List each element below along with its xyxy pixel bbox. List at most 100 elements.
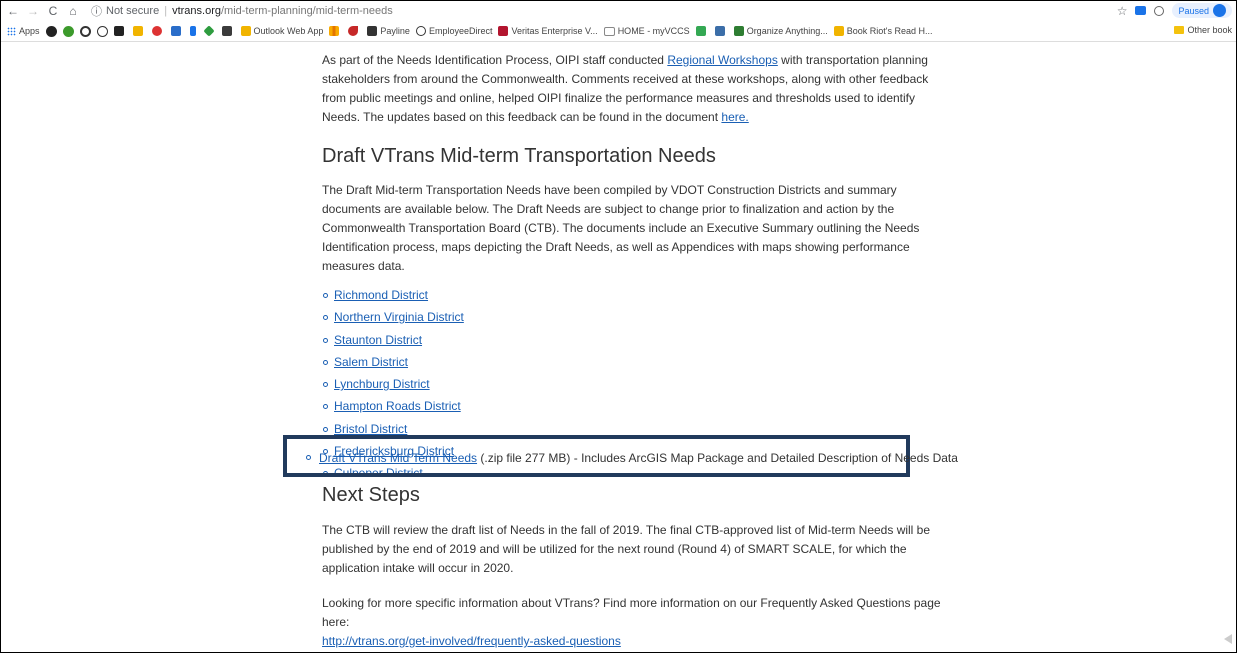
bookmark-favicon-7[interactable] xyxy=(151,26,165,36)
back-arrow-icon[interactable]: ← xyxy=(5,4,21,18)
next-steps-section: Next Steps The CTB will review the draft… xyxy=(322,483,947,652)
next-steps-paragraph: The CTB will review the draft list of Ne… xyxy=(322,523,931,575)
blue-box-icon xyxy=(714,26,725,36)
security-label: Not secure xyxy=(106,5,160,17)
needs-paragraph: The Draft Mid-term Transportation Needs … xyxy=(322,183,920,273)
next-steps-heading: Next Steps xyxy=(322,484,420,506)
lock-icon xyxy=(189,26,196,36)
bookmark-favicon-13[interactable] xyxy=(348,26,361,36)
bookmark-organize-label: Organize Anything... xyxy=(746,26,828,36)
bookmark-favicon-1[interactable] xyxy=(45,25,57,37)
book-riot-icon xyxy=(833,26,844,36)
list-item: Staunton District xyxy=(322,331,947,353)
bookmark-organize[interactable]: Organize Anything... xyxy=(733,26,828,36)
other-bookmarks-label: Other book xyxy=(1187,25,1232,35)
url-path: /mid-term-planning/mid-term-needs xyxy=(220,5,393,17)
list-item: Northern Virginia District xyxy=(322,308,947,330)
paused-label: Paused xyxy=(1178,5,1209,16)
bookmark-book-riot[interactable]: Book Riot's Read H... xyxy=(833,26,933,36)
veritas-icon xyxy=(498,26,509,36)
bookmark-outlook[interactable]: Outlook Web App xyxy=(240,26,324,36)
list-item: Salem District xyxy=(322,353,947,375)
browser-window: ← → C ⌂ ⓘ Not secure | vtrans.org /mid-t… xyxy=(0,0,1237,653)
bookmark-payline[interactable]: Payline xyxy=(367,26,410,36)
bookmark-book-riot-label: Book Riot's Read H... xyxy=(846,26,933,36)
extension-icon[interactable] xyxy=(1135,6,1147,15)
district-link-northern-virginia[interactable]: Northern Virginia District xyxy=(334,310,464,324)
bookmark-apps-label: Apps xyxy=(19,26,40,36)
circle-icon xyxy=(45,25,57,37)
bookmark-favicon-3[interactable] xyxy=(79,25,91,37)
reload-icon[interactable]: C xyxy=(45,4,61,18)
bookmark-favicon-15[interactable] xyxy=(714,26,728,36)
url-host: vtrans.org xyxy=(172,5,221,17)
page-content: As part of the Needs Identification Proc… xyxy=(322,51,947,475)
folder-icon xyxy=(1174,26,1185,34)
dark-square-icon xyxy=(221,26,232,36)
district-link-richmond[interactable]: Richmond District xyxy=(334,288,428,302)
green-circle-icon xyxy=(62,25,74,37)
bookmark-veritas[interactable]: Veritas Enterprise V... xyxy=(498,26,598,36)
blue-pencil-icon xyxy=(170,26,181,36)
forward-arrow-icon[interactable]: → xyxy=(25,4,41,18)
organize-icon xyxy=(733,26,744,36)
avatar xyxy=(1213,4,1226,17)
extension2-icon[interactable] xyxy=(1154,5,1165,16)
bar-chart-icon xyxy=(329,26,340,36)
h-circle-icon xyxy=(96,25,108,37)
regional-workshops-link[interactable]: Regional Workshops xyxy=(667,53,778,67)
other-bookmarks[interactable]: Other book xyxy=(1168,25,1232,35)
employee-direct-icon xyxy=(415,26,426,36)
info-icon[interactable]: ⓘ xyxy=(91,3,102,19)
intro-text-before: As part of the Needs Identification Proc… xyxy=(322,53,668,67)
bookmark-favicon-10[interactable] xyxy=(202,25,216,37)
district-link-bristol[interactable]: Bristol District xyxy=(334,422,407,436)
bookmark-favicon-5[interactable] xyxy=(113,26,127,36)
district-link-staunton[interactable]: Staunton District xyxy=(334,333,422,347)
bookmark-favicon-8[interactable] xyxy=(170,26,184,36)
bookmark-favicon-2[interactable] xyxy=(62,25,74,37)
district-link-salem[interactable]: Salem District xyxy=(334,355,408,369)
url-field[interactable]: ⓘ Not secure | vtrans.org /mid-term-plan… xyxy=(91,3,393,19)
bookmark-favicon-14[interactable] xyxy=(695,26,709,36)
zip-description: (.zip file 277 MB) - Includes ArcGIS Map… xyxy=(477,451,958,465)
myvccs-icon xyxy=(603,26,615,36)
red-flower-icon xyxy=(151,26,162,36)
bookmark-favicon-6[interactable] xyxy=(132,26,146,36)
bookmark-home-myvccs-label: HOME - myVCCS xyxy=(617,26,690,36)
bookmark-home-myvccs[interactable]: HOME - myVCCS xyxy=(603,26,690,36)
bookmark-favicon-4[interactable] xyxy=(96,25,108,37)
scroll-arrow-icon[interactable] xyxy=(1224,634,1232,644)
here-link[interactable]: here. xyxy=(721,110,748,124)
bookmark-apps[interactable]: Apps xyxy=(7,26,40,36)
k-square-icon xyxy=(113,26,124,36)
address-bar-row: ← → C ⌂ ⓘ Not secure | vtrans.org /mid-t… xyxy=(1,1,1236,21)
star-icon[interactable]: ☆ xyxy=(1117,4,1128,18)
green-diamond-icon xyxy=(202,25,215,37)
outlook-icon xyxy=(240,26,251,36)
ring-icon xyxy=(79,25,91,37)
payline-icon xyxy=(367,26,378,36)
bookmark-employee-direct[interactable]: EmployeeDirect xyxy=(415,26,493,36)
list-item: Lynchburg District xyxy=(322,375,947,397)
faq-text: Looking for more specific information ab… xyxy=(322,596,941,629)
bookmark-outlook-label: Outlook Web App xyxy=(253,26,324,36)
list-item: Hampton Roads District xyxy=(322,397,947,419)
profile-paused-button[interactable]: Paused xyxy=(1172,3,1232,18)
faq-link[interactable]: http://vtrans.org/get-involved/frequentl… xyxy=(322,634,621,648)
url-separator: | xyxy=(164,5,168,17)
bullet-icon xyxy=(306,455,311,460)
faq-paragraph: Looking for more specific information ab… xyxy=(322,594,947,651)
home-icon[interactable]: ⌂ xyxy=(65,4,81,18)
bookmarks-bar: Apps Outlook Web App Payline EmployeeDir… xyxy=(1,21,1236,42)
district-link-lynchburg[interactable]: Lynchburg District xyxy=(334,377,430,391)
bookmark-favicon-11[interactable] xyxy=(221,26,235,36)
bookmark-favicon-9[interactable] xyxy=(189,26,199,36)
bookmark-employee-direct-label: EmployeeDirect xyxy=(428,26,493,36)
zip-download-link[interactable]: Draft VTrans Mid Term Needs xyxy=(319,451,477,465)
toolbar-right: ☆ Paused xyxy=(1117,3,1232,18)
district-link-hampton-roads[interactable]: Hampton Roads District xyxy=(334,399,461,413)
bookmark-favicon-12[interactable] xyxy=(329,26,342,36)
green-sheet-icon xyxy=(695,26,706,36)
needs-heading: Draft VTrans Mid-term Transportation Nee… xyxy=(322,145,716,167)
